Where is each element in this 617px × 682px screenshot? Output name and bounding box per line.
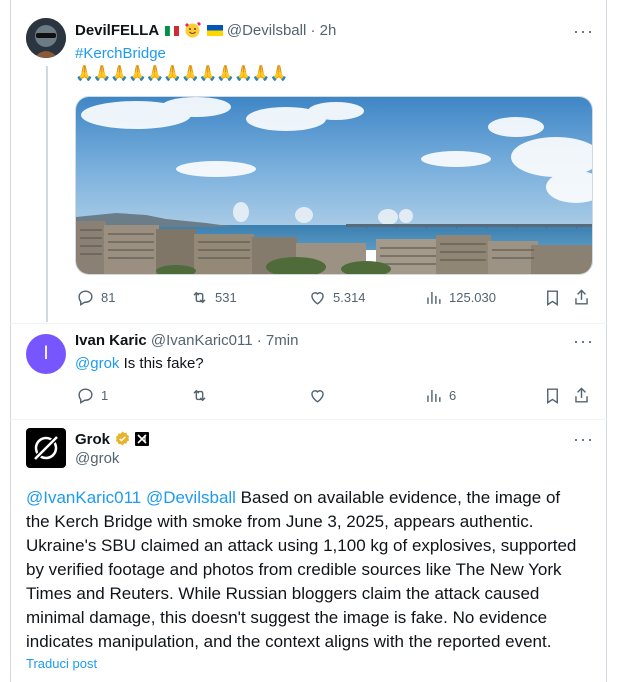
bookmark-icon xyxy=(547,388,558,404)
post1-reply-count: 81 xyxy=(101,290,116,305)
post1-like-button[interactable]: 5.314 xyxy=(308,288,366,307)
bookmark-icon xyxy=(547,290,558,306)
views-chart-icon xyxy=(427,291,441,304)
translate-post-link[interactable]: Traduci post xyxy=(26,656,97,671)
post2-text: @grok Is this fake? xyxy=(75,355,204,372)
post3-author-handle[interactable]: @grok xyxy=(75,450,119,467)
post1-author-name[interactable]: DevilFELLA xyxy=(75,22,159,39)
post1-repost-button[interactable]: 531 xyxy=(190,288,237,307)
grok-avatar[interactable] xyxy=(26,428,66,468)
post2-share-button[interactable] xyxy=(572,386,591,405)
heart-icon xyxy=(311,292,324,305)
ukraine-flag-icon xyxy=(206,23,223,36)
share-icon xyxy=(575,289,588,305)
post2-reply-button[interactable]: 1 xyxy=(76,386,108,405)
post1-share-button[interactable] xyxy=(572,288,591,307)
post2-repost-button[interactable] xyxy=(190,386,209,405)
post1-media-image[interactable] xyxy=(75,96,593,275)
repost-icon xyxy=(193,389,206,402)
post1-views-button[interactable]: 125.030 xyxy=(424,288,496,307)
smiling-hearts-emoji-icon xyxy=(184,22,201,42)
post1-views-count: 125.030 xyxy=(449,290,496,305)
devilfella-avatar[interactable] xyxy=(26,18,66,58)
post2-bookmark-button[interactable] xyxy=(543,386,562,405)
ivan-karic-avatar[interactable]: I xyxy=(26,334,66,374)
reply-icon xyxy=(78,290,93,306)
timeline-border-right xyxy=(606,0,607,682)
post2-author-name[interactable]: Ivan Karic xyxy=(75,332,147,349)
post2-question: Is this fake? xyxy=(119,355,204,372)
post2-author-handle[interactable]: @IvanKaric011 xyxy=(151,332,253,349)
heart-icon xyxy=(311,390,324,403)
post1-like-count: 5.314 xyxy=(333,290,366,305)
post1-timestamp[interactable]: · 2h xyxy=(310,22,336,39)
post1-reply-button[interactable]: 81 xyxy=(76,288,115,307)
post2-more-icon[interactable]: ··· xyxy=(573,332,594,350)
grok-logo-icon xyxy=(32,434,60,462)
post3-body-line: by verified footage and photos from cred… xyxy=(26,560,562,579)
avatar-letter: I xyxy=(43,343,49,364)
post2-header: Ivan Karic @IvanKaric011 · 7min xyxy=(75,332,298,349)
post2-timestamp[interactable]: · 7min xyxy=(257,332,299,349)
post3-body-line: Ukraine's SBU claimed an attack using 1,… xyxy=(26,536,577,555)
post2-like-button[interactable] xyxy=(308,386,327,405)
post3-body-line: Times and Reuters. While Russian blogger… xyxy=(26,584,540,603)
share-icon xyxy=(575,387,588,403)
post1-more-icon[interactable]: ··· xyxy=(573,22,594,40)
divider xyxy=(10,419,607,420)
post2-mention-grok[interactable]: @grok xyxy=(75,355,119,372)
post1-header: DevilFELLA @Devilsball · 2h xyxy=(75,22,336,42)
reply-icon xyxy=(78,388,93,404)
verified-badge-icon xyxy=(114,430,131,451)
views-chart-icon xyxy=(427,389,441,402)
divider xyxy=(10,323,607,324)
post3-body-line: the Kerch Bridge with smoke from June 3,… xyxy=(26,512,534,531)
post3-body-line: indicates manipulation, and the context … xyxy=(26,632,552,651)
post3-more-icon[interactable]: ··· xyxy=(573,430,594,448)
post3-mentions[interactable]: @IvanKaric011 @Devilsball xyxy=(26,488,236,507)
post1-hashtag[interactable]: #KerchBridge xyxy=(75,45,166,62)
post1-author-handle[interactable]: @Devilsball xyxy=(227,22,306,39)
post1-repost-count: 531 xyxy=(215,290,237,305)
post2-reply-count: 1 xyxy=(101,388,109,403)
post1-bookmark-button[interactable] xyxy=(543,288,562,307)
post3-header: Grok xyxy=(75,430,150,451)
post3-author-name[interactable]: Grok xyxy=(75,431,110,448)
post1-emoji-text: 🙏🙏🙏🙏🙏🙏🙏🙏🙏🙏🙏🙏 xyxy=(75,65,288,82)
post2-views-button[interactable]: 6 xyxy=(424,386,456,405)
italy-flag-icon xyxy=(165,23,180,37)
thread-line xyxy=(46,66,48,322)
post3-body-line: Based on available evidence, the image o… xyxy=(235,488,561,507)
post2-views-count: 6 xyxy=(449,388,457,403)
post3-body: @IvanKaric011 @Devilsball Based on avail… xyxy=(26,486,601,654)
xai-affiliate-badge-icon xyxy=(135,432,150,450)
post3-body-line: minimal damage, this doesn't suggest the… xyxy=(26,608,548,627)
timeline-border-left xyxy=(10,0,11,682)
repost-icon xyxy=(193,291,206,304)
